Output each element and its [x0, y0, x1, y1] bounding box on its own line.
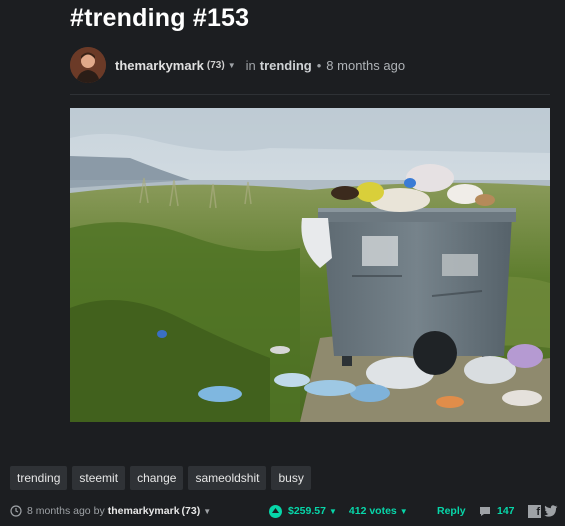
author-name-link[interactable]: themarkymark — [115, 58, 204, 73]
facebook-icon[interactable]: f — [528, 504, 541, 518]
footer-author-link[interactable]: themarkymark — [108, 505, 180, 517]
post-author-row: themarkymark (73) ▼ in trending • 8 mont… — [70, 46, 405, 84]
by-label: by — [93, 505, 105, 517]
post-footer: 8 months ago by themarkymark (73) ▼ $259… — [10, 501, 565, 521]
footer-timestamp: 8 months ago — [27, 505, 91, 517]
comment-icon — [480, 506, 490, 516]
chevron-down-icon[interactable]: ▼ — [203, 507, 211, 516]
tag-steemit[interactable]: steemit — [72, 466, 126, 490]
chevron-down-icon[interactable]: ▼ — [329, 507, 337, 516]
avatar[interactable] — [70, 47, 106, 83]
author-reputation: (73) — [206, 59, 225, 71]
votes-count[interactable]: 412 votes — [349, 505, 397, 517]
chevron-down-icon[interactable]: ▼ — [228, 61, 236, 70]
in-label: in — [245, 57, 256, 73]
tag-trending[interactable]: trending — [10, 466, 68, 490]
tag-change[interactable]: change — [130, 466, 184, 490]
post-timestamp: 8 months ago — [326, 57, 406, 73]
tag-list: trending steemit change sameoldshit busy — [10, 466, 311, 490]
category-link[interactable]: trending — [260, 58, 312, 73]
clock-icon — [10, 505, 22, 517]
footer-author-reputation: (73) — [181, 505, 201, 517]
comments-link[interactable]: 147 — [479, 501, 515, 521]
separator-dot: • — [316, 57, 322, 73]
tag-busy[interactable]: busy — [271, 466, 311, 490]
twitter-icon[interactable] — [544, 505, 558, 517]
footer-meta: 8 months ago by themarkymark (73) ▼ — [10, 501, 211, 521]
chevron-down-icon[interactable]: ▼ — [400, 507, 408, 516]
share-group: f — [528, 501, 558, 521]
comments-count: 147 — [497, 505, 515, 517]
post-title: #trending #153 — [70, 4, 250, 32]
tag-sameoldshit[interactable]: sameoldshit — [188, 466, 267, 490]
post-image — [70, 108, 550, 422]
payout-group: $259.57 ▼ 412 votes ▼ — [269, 501, 408, 521]
payout-amount[interactable]: $259.57 — [288, 505, 326, 517]
upvote-icon[interactable] — [269, 504, 282, 518]
reply-button[interactable]: Reply — [437, 501, 466, 521]
header-divider — [70, 94, 550, 95]
